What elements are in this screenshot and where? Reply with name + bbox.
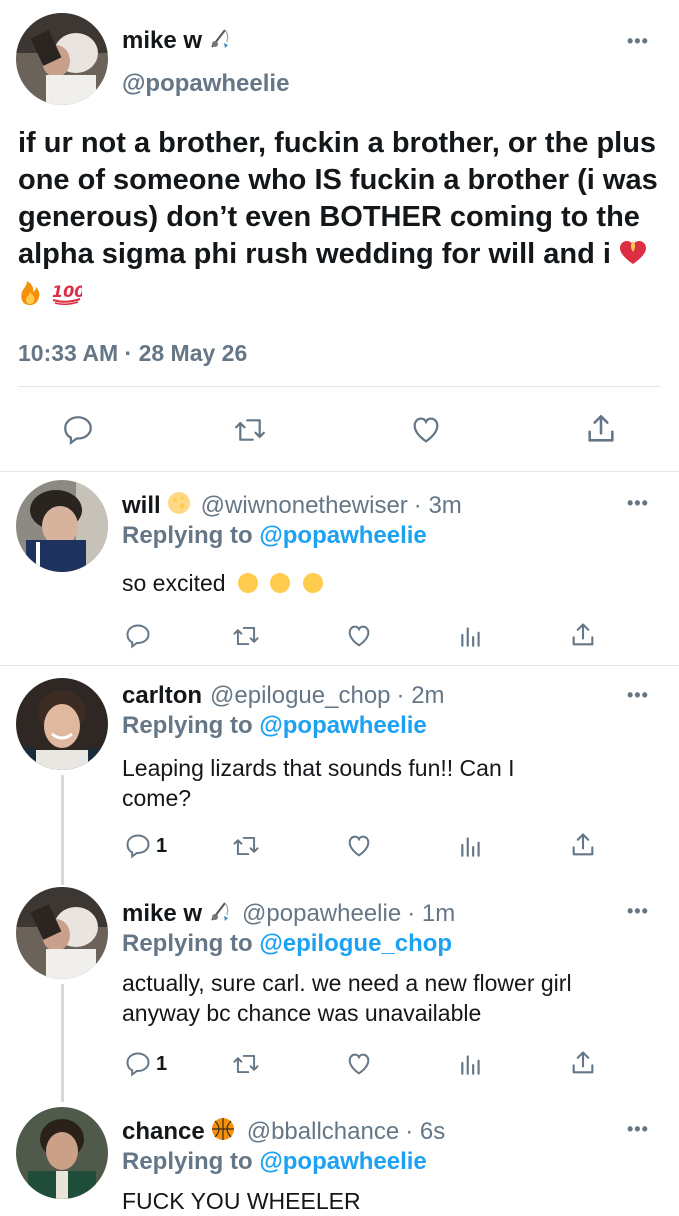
analytics-icon[interactable] [458, 832, 484, 860]
reply-count: 1 [156, 1052, 168, 1075]
author-name[interactable]: carlton [122, 682, 202, 710]
share-icon[interactable] [584, 411, 618, 447]
basketball-icon [211, 1117, 235, 1146]
heart-icon[interactable] [345, 832, 373, 860]
fishing-pole-icon [208, 26, 232, 55]
replying-to: Replying to @popawheelie [122, 522, 427, 549]
heart-on-fire-emoji [619, 239, 647, 276]
more-icon[interactable]: ••• [627, 902, 649, 920]
tweet-text: actually, sure carl. we need a new flowe… [122, 970, 572, 1026]
svg-text:100: 100 [52, 282, 82, 301]
tweet-age: · 6s [405, 1117, 446, 1145]
tweet-age: · 2m [396, 682, 445, 709]
reply-icon[interactable]: 1 [124, 1050, 167, 1078]
fire-emoji [18, 278, 42, 316]
analytics-icon[interactable] [458, 622, 484, 650]
tweet-text: FUCK YOU WHEELER [122, 1188, 361, 1214]
smile-emoji [270, 573, 291, 593]
analytics-icon[interactable] [458, 1050, 484, 1078]
more-icon[interactable]: ••• [627, 494, 649, 512]
heart-icon[interactable] [345, 1050, 373, 1078]
divider [0, 471, 679, 472]
author-name[interactable]: will [122, 492, 161, 520]
heart-icon[interactable] [345, 622, 373, 650]
tweet-text: if ur not a brother, fuckin a brother, o… [18, 125, 668, 316]
more-icon[interactable]: ••• [627, 1120, 649, 1138]
reply-icon[interactable] [124, 622, 156, 650]
reply-icon[interactable]: 1 [124, 832, 167, 860]
replying-to: Replying to @popawheelie [122, 712, 427, 739]
author-name[interactable]: chance [122, 1118, 205, 1146]
author-handle[interactable]: @popawheelie [122, 70, 289, 98]
replying-to: Replying to @epilogue_chop [122, 930, 453, 957]
thread-line [61, 775, 64, 885]
share-icon[interactable] [569, 620, 597, 650]
author-name[interactable]: mike w [122, 900, 202, 928]
retweet-icon[interactable] [231, 1050, 261, 1078]
replying-to: Replying to @popawheelie [122, 1148, 427, 1175]
retweet-icon[interactable] [232, 413, 268, 447]
tweet-text: so excited [122, 568, 662, 598]
divider [0, 665, 679, 666]
reply-icon[interactable] [61, 413, 95, 447]
more-icon[interactable]: ••• [627, 32, 649, 50]
avatar[interactable] [16, 13, 108, 105]
retweet-icon[interactable] [231, 832, 261, 860]
replying-to-link[interactable]: @epilogue_chop [259, 930, 452, 957]
smile-emoji [302, 573, 323, 593]
reply-count: 1 [156, 834, 168, 857]
avatar[interactable] [16, 1107, 108, 1199]
thread-line [61, 984, 64, 1102]
author-handle[interactable]: @popawheelie [242, 900, 401, 928]
share-icon[interactable] [569, 830, 597, 860]
heart-icon[interactable] [409, 413, 443, 447]
author-handle[interactable]: @wiwnonethewiser [201, 492, 408, 520]
share-icon[interactable] [569, 1048, 597, 1078]
fishing-pole-icon [208, 899, 232, 928]
more-icon[interactable]: ••• [627, 686, 649, 704]
moon-icon [167, 491, 191, 520]
author-handle[interactable]: @bballchance [247, 1118, 399, 1146]
avatar[interactable] [16, 887, 108, 979]
avatar[interactable] [16, 678, 108, 770]
avatar[interactable] [16, 480, 108, 572]
tweet-age: · 1m [407, 899, 456, 927]
replying-to-link[interactable]: @popawheelie [259, 712, 426, 739]
replying-to-link[interactable]: @popawheelie [259, 522, 426, 549]
tweet-text: Leaping lizards that sounds fun!! Can I … [122, 755, 515, 811]
tweet-age: · 3m [413, 491, 462, 519]
replying-to-link[interactable]: @popawheelie [259, 1148, 426, 1175]
smile-emoji [237, 573, 258, 593]
tweet-timestamp[interactable]: 10:33 AM · 28 May 26 [18, 340, 247, 367]
hundred-emoji: 100 [50, 278, 85, 315]
divider [18, 386, 661, 387]
author-name[interactable]: mike w [122, 27, 202, 55]
author-handle[interactable]: @epilogue_chop [210, 682, 391, 710]
retweet-icon[interactable] [231, 622, 261, 650]
